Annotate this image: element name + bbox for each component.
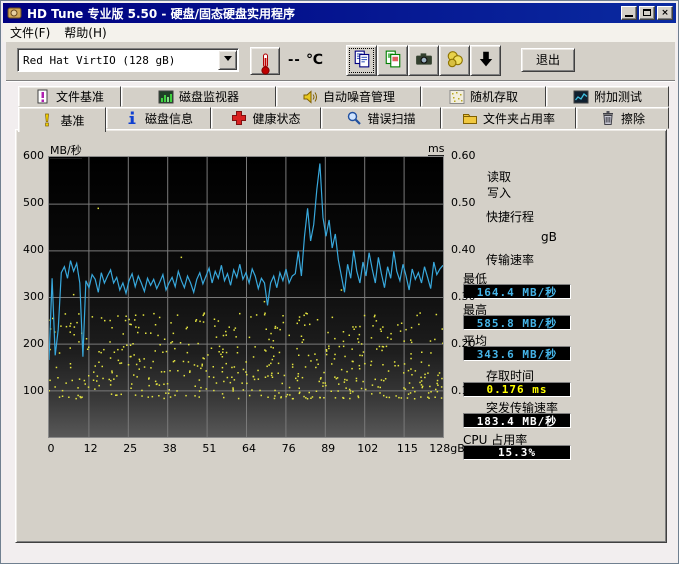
tab-tabrow1-2[interactable]: 自动噪音管理: [276, 86, 421, 107]
tab-tabrow1-4[interactable]: 附加测试: [546, 86, 669, 107]
save-arrow-icon: [477, 50, 495, 71]
copy-icon: [353, 50, 371, 71]
temperature-unit: ℃: [306, 52, 323, 68]
donate-button[interactable]: [439, 45, 470, 76]
random-access-icon: [449, 89, 465, 105]
temperature-value: --: [288, 53, 301, 68]
write-radio-label: 写入: [487, 184, 511, 201]
window-title: HD Tune 专业版 5.50 - 硬盘/固态硬盘实用程序: [27, 5, 295, 22]
screenshot-button[interactable]: [408, 45, 439, 76]
y-left-tick: 600: [14, 149, 44, 162]
close-button[interactable]: ×: [657, 6, 673, 20]
minimize-button[interactable]: [621, 6, 637, 20]
y-left-tick: 200: [14, 337, 44, 350]
temperature-button[interactable]: [250, 47, 280, 75]
tab-tabrow2-3[interactable]: 错误扫描: [321, 107, 441, 129]
read-radio-label: 读取: [487, 168, 511, 185]
y-right-tick: 0.40: [451, 243, 485, 256]
drive-select[interactable]: Red Hat VirtIO (128 gB): [17, 48, 239, 72]
tab-tabrow2-0[interactable]: 基准: [18, 107, 106, 132]
y-right-tick: 0.50: [451, 196, 485, 209]
tab-label: 磁盘信息: [145, 110, 193, 127]
tab-label: 文件基准: [56, 88, 104, 105]
copy-image-icon: [384, 50, 402, 71]
tab-label: 自动噪音管理: [323, 88, 395, 105]
tab-tabrow2-4[interactable]: 文件夹占用率: [441, 107, 576, 129]
toolbar-buttons: [346, 45, 501, 76]
menu-help[interactable]: 帮助(H): [57, 22, 113, 43]
benchmark-icon: [39, 112, 55, 128]
drive-select-dropdown-button[interactable]: [218, 50, 237, 70]
disk-icon: [7, 5, 23, 21]
error-scan-icon: [346, 110, 362, 126]
drive-select-value: Red Hat VirtIO (128 gB): [18, 54, 218, 67]
tab-tabrow2-5[interactable]: 擦除: [576, 107, 669, 129]
title-bar[interactable]: HD Tune 专业版 5.50 - 硬盘/固态硬盘实用程序 ×: [3, 3, 676, 23]
copy-text-button[interactable]: [346, 45, 377, 76]
y-left-tick: 100: [14, 384, 44, 397]
extra-tests-icon: [573, 89, 589, 105]
burst-rate-value: 183.4 MB/秒: [463, 413, 571, 428]
tab-label: 擦除: [621, 110, 645, 127]
tab-label: 磁盘监视器: [179, 88, 239, 105]
health-icon: [231, 110, 247, 126]
erase-icon: [600, 110, 616, 126]
capacity-unit: gB: [541, 230, 557, 244]
disk-monitor-icon: [158, 89, 174, 105]
folder-usage-icon: [462, 110, 478, 126]
chevron-down-icon: [224, 56, 232, 65]
y-left-tick: 400: [14, 243, 44, 256]
tab-label: 附加测试: [594, 88, 642, 105]
tab-tabrow2-2[interactable]: 健康状态: [211, 107, 321, 129]
save-button[interactable]: [470, 45, 501, 76]
max-value: 585.8 MB/秒: [463, 315, 571, 330]
y-left-tick: 300: [14, 290, 44, 303]
short-stroke-label: 快捷行程: [486, 208, 534, 225]
tab-label: 随机存取: [470, 88, 518, 105]
y-right-tick: 0.10: [451, 384, 485, 397]
menu-file[interactable]: 文件(F): [3, 22, 57, 43]
transfer-rate-label: 传输速率: [486, 251, 534, 268]
benchmark-chart: [48, 156, 444, 438]
y-right-tick: 0.30: [451, 290, 485, 303]
tab-tabrow1-0[interactable]: 文件基准: [18, 86, 121, 107]
menu-bar: 文件(F) 帮助(H): [3, 23, 676, 42]
thermometer-icon: [257, 53, 273, 69]
y-left-axis-title: MB/秒: [50, 142, 82, 159]
tab-label: 错误扫描: [367, 110, 415, 127]
tab-tabrow2-1[interactable]: 磁盘信息: [106, 107, 211, 129]
exit-button[interactable]: 退出: [521, 48, 575, 72]
disk-info-icon: [124, 110, 140, 126]
copy-image-button[interactable]: [377, 45, 408, 76]
coins-icon: [446, 50, 464, 71]
y-right-axis-title: ms: [428, 142, 444, 156]
y-right-tick: 0.60: [451, 149, 485, 162]
tab-tabrow1-1[interactable]: 磁盘监视器: [121, 86, 276, 107]
tab-label: 文件夹占用率: [483, 110, 555, 127]
tab-tabrow1-3[interactable]: 随机存取: [421, 86, 546, 107]
camera-icon: [415, 50, 433, 71]
y-right-tick: 0.20: [451, 337, 485, 350]
cpu-usage-value: 15.3%: [463, 445, 571, 460]
tab-label: 基准: [60, 112, 84, 129]
noise-management-icon: [302, 89, 318, 105]
app-window: HD Tune 专业版 5.50 - 硬盘/固态硬盘实用程序 × 文件(F) 帮…: [0, 0, 679, 564]
file-benchmark-icon: [35, 89, 51, 105]
x-tick: 128gB: [424, 442, 470, 455]
maximize-button[interactable]: [639, 6, 655, 20]
y-left-tick: 500: [14, 196, 44, 209]
tab-label: 健康状态: [252, 110, 300, 127]
